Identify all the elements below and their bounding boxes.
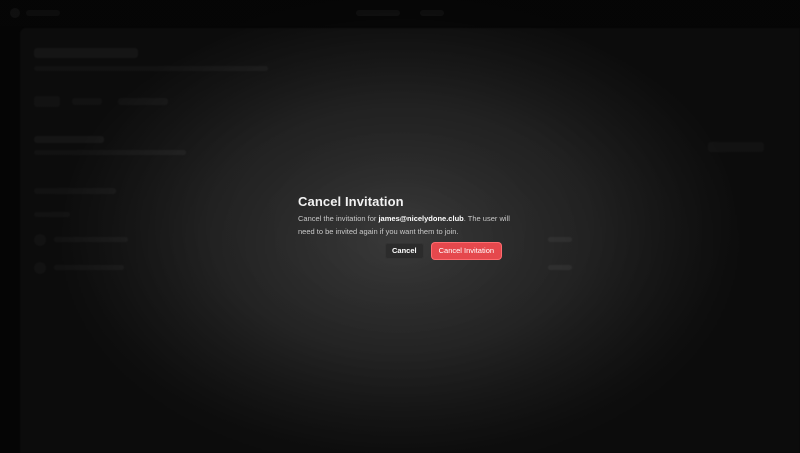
background-page-title [34, 48, 138, 58]
invited-email: james@nicelydone.club [378, 214, 464, 223]
background-avatar [34, 262, 46, 274]
background-table-header [34, 188, 116, 194]
background-tab [34, 96, 60, 107]
dialog-message: Cancel the invitation for james@nicelydo… [298, 213, 526, 238]
background-topbar-item [420, 10, 444, 16]
background-tab [72, 98, 102, 105]
dialog-actions: Cancel Cancel Invitation [385, 243, 502, 259]
confirm-cancel-invitation-button[interactable]: Cancel Invitation [431, 243, 502, 259]
background-section-title [34, 136, 104, 143]
screen: Cancel Invitation Cancel the invitation … [0, 0, 800, 453]
background-topbar-item [356, 10, 400, 16]
background-section-subtitle [34, 150, 186, 155]
background-avatar [34, 234, 46, 246]
background-row-text [54, 237, 128, 242]
dialog-title: Cancel Invitation [298, 194, 404, 209]
cancel-button[interactable]: Cancel [385, 243, 424, 259]
background-row-text [548, 237, 572, 242]
background-topbar [0, 0, 800, 26]
background-page-subtitle [34, 66, 268, 71]
cancel-invitation-dialog: Cancel Invitation Cancel the invitation … [288, 182, 536, 259]
background-row-text [54, 265, 124, 270]
dialog-message-prefix: Cancel the invitation for [298, 214, 379, 223]
background-tab [118, 98, 168, 105]
background-row-text [548, 265, 572, 270]
background-action-button [708, 142, 764, 152]
app-logo-icon [10, 8, 20, 18]
background-topbar-item [26, 10, 60, 16]
background-column-label [34, 212, 70, 217]
